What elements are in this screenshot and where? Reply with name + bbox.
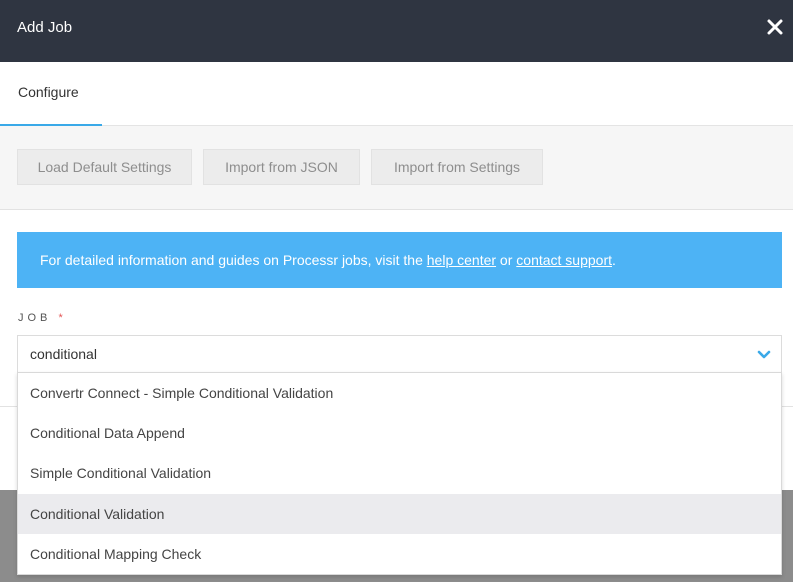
info-banner-suffix: .: [612, 252, 616, 268]
job-select[interactable]: [17, 335, 782, 373]
dropdown-option[interactable]: Conditional Mapping Check: [18, 534, 781, 574]
dropdown-option[interactable]: Conditional Validation: [18, 494, 781, 534]
tab-bar: Configure: [0, 62, 793, 126]
required-marker: *: [58, 312, 63, 324]
import-from-json-button[interactable]: Import from JSON: [203, 149, 360, 185]
dropdown-option[interactable]: Convertr Connect - Simple Conditional Va…: [18, 373, 781, 413]
job-field-label: JOB *: [18, 312, 63, 324]
add-job-modal: Add Job Configure Load Default Settings …: [0, 0, 793, 582]
info-banner: For detailed information and guides on P…: [17, 232, 782, 288]
tab-configure[interactable]: Configure: [0, 62, 102, 126]
job-label-text: JOB: [18, 312, 52, 324]
modal-title: Add Job: [17, 19, 73, 36]
info-banner-middle: or: [496, 252, 517, 268]
job-search-input[interactable]: [30, 336, 730, 372]
dropdown-option[interactable]: Conditional Data Append: [18, 413, 781, 453]
dropdown-option[interactable]: Simple Conditional Validation: [18, 453, 781, 493]
tab-configure-label: Configure: [18, 84, 79, 100]
contact-support-link[interactable]: contact support: [516, 252, 612, 268]
modal-header: Add Job: [0, 0, 793, 62]
chevron-down-icon[interactable]: [757, 349, 771, 361]
settings-toolbar: Load Default Settings Import from JSON I…: [0, 126, 793, 210]
import-from-settings-button[interactable]: Import from Settings: [371, 149, 543, 185]
help-center-link[interactable]: help center: [427, 252, 496, 268]
load-default-settings-button[interactable]: Load Default Settings: [17, 149, 192, 185]
info-banner-prefix: For detailed information and guides on P…: [40, 252, 427, 268]
job-dropdown-list: Convertr Connect - Simple Conditional Va…: [17, 372, 782, 575]
close-icon[interactable]: [764, 16, 786, 38]
